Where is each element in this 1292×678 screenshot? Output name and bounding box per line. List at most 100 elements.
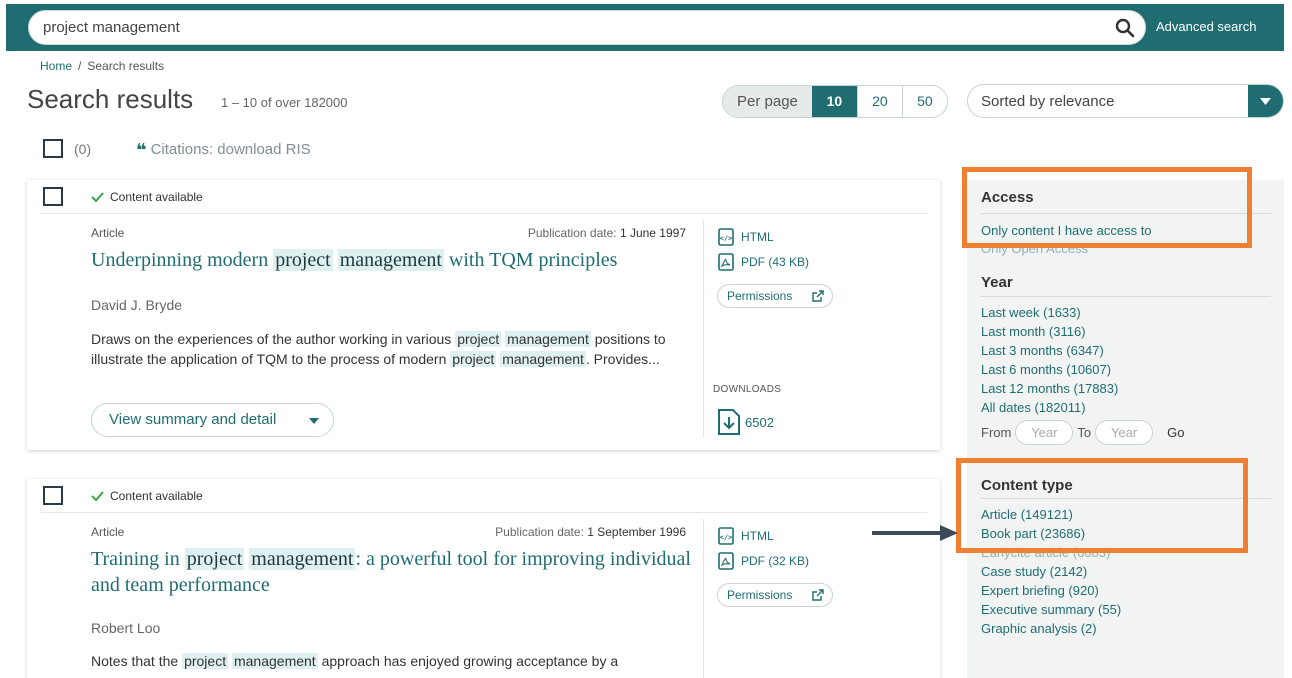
abstract-text: Draws on the experiences of the author w… [91,331,456,347]
permissions-button[interactable]: Permissions [717,583,833,607]
citations-label: Citations: download RIS [150,141,311,158]
search-box[interactable] [28,10,1146,45]
sort-value: Sorted by relevance [981,93,1115,110]
search-input[interactable] [43,11,1103,44]
result-card: Content available Article Publication da… [27,479,940,678]
result-title[interactable]: Training in project management: a powerf… [91,546,691,598]
quote-icon: ❝ [136,139,147,160]
pdf-link[interactable]: PDF (43 KB) [717,253,809,271]
top-bar: Advanced search [6,4,1284,51]
view-summary-button[interactable]: View summary and detail [91,403,334,437]
advanced-search-link[interactable]: Advanced search [1156,19,1256,34]
year-to-label: To [1077,425,1092,440]
svg-text:</>: </> [720,534,733,542]
citations-download-link[interactable]: ❝ Citations: download RIS [136,139,311,160]
per-page-control: Per page 10 20 50 [722,85,948,118]
downloads-label: DOWNLOADS [713,384,782,395]
html-file-icon: </> [718,527,734,545]
result-author[interactable]: David J. Bryde [91,297,182,313]
result-count: 1 – 10 of over 182000 [221,95,348,110]
result-author[interactable]: Robert Loo [91,620,160,636]
search-icon[interactable] [1115,18,1135,38]
facet-year-item[interactable]: Last week (1633) [981,305,1081,320]
breadcrumb-home[interactable]: Home [40,59,72,73]
availability-label: Content available [110,489,203,503]
content-available: Content available [91,190,203,204]
result-title[interactable]: Underpinning modern project management w… [91,247,691,273]
facets-sidebar: Access Only content I have access to Onl… [967,180,1284,678]
publication-date: Publication date: 1 June 1997 [528,226,686,240]
title-highlight: management [249,548,356,570]
pdf-label: PDF (32 KB) [741,554,810,568]
breadcrumb-current: Search results [87,59,165,73]
selected-count: (0) [74,141,92,157]
facet-year-item[interactable]: Last month (3116) [981,324,1086,339]
abstract-highlight: project [182,653,229,669]
divider [703,220,704,438]
pdf-file-icon [718,552,734,570]
html-link[interactable]: </> HTML [717,527,774,545]
year-range: From Year To Year Go [981,420,1184,445]
annotation-arrow-icon [872,525,958,541]
view-summary-label: View summary and detail [109,411,277,428]
divider [703,519,704,678]
permissions-label: Permissions [727,289,793,303]
publication-date: Publication date: 1 September 1996 [495,525,686,539]
facet-year-item[interactable]: Last 3 months (6347) [981,343,1104,358]
check-icon [91,491,104,501]
year-from-input[interactable]: Year [1015,420,1074,445]
abstract-text: approach has enjoyed growing acceptance … [317,653,619,669]
page-title: Search results [27,84,194,114]
facet-content-type-item[interactable]: Expert briefing (920) [981,583,1099,598]
title-text: Underpinning modern [91,249,274,271]
result-card: Content available Article Publication da… [27,180,940,450]
check-icon [91,192,104,202]
download-file-icon [718,409,740,435]
permissions-button[interactable]: Permissions [717,284,833,308]
result-checkbox[interactable] [43,187,63,206]
abstract-text: Notes that the [91,653,183,669]
html-file-icon: </> [718,228,734,246]
per-page-option-50[interactable]: 50 [901,86,947,117]
per-page-option-10[interactable]: 10 [811,86,857,117]
result-type: Article [91,525,125,539]
permissions-label: Permissions [727,588,793,602]
title-text: Training in [91,548,185,570]
divider [41,512,927,513]
result-type: Article [91,226,125,240]
facet-year-item[interactable]: All dates (182011) [981,400,1086,415]
facet-year-item[interactable]: Last 6 months (10607) [981,362,1111,377]
html-link[interactable]: </> HTML [717,228,774,246]
breadcrumb: Home / Search results [40,59,164,73]
facet-content-type-item[interactable]: Graphic analysis (2) [981,621,1097,636]
result-checkbox[interactable] [43,486,63,505]
result-abstract: Draws on the experiences of the author w… [91,329,691,369]
pub-date-value: 1 June 1997 [619,226,686,240]
html-label: HTML [741,529,774,543]
abstract-highlight: management [505,331,591,347]
year-to-input[interactable]: Year [1095,420,1154,445]
per-page-option-20[interactable]: 20 [856,86,902,117]
sort-select[interactable]: Sorted by relevance [967,84,1284,118]
abstract-highlight: management [231,653,318,669]
divider [41,213,927,214]
title-highlight: project [273,249,333,271]
pub-date-label: Publication date: [527,226,617,240]
title-text [333,249,338,271]
downloads-count: 6502 [717,408,774,436]
year-go-button[interactable]: Go [1167,425,1184,440]
pub-date-value: 1 September 1996 [587,525,686,539]
html-label: HTML [741,230,774,244]
abstract-text: . Provides... [585,351,660,367]
select-all-checkbox[interactable] [43,139,63,158]
facet-year-item[interactable]: Last 12 months (17883) [981,381,1118,396]
facet-content-type-item[interactable]: Executive summary (55) [981,602,1121,617]
svg-text:</>: </> [720,235,733,243]
per-page-label: Per page [723,86,812,117]
title-text: with TQM principles [443,249,618,271]
facet-year-title: Year [981,274,1013,291]
sort-dropdown-button[interactable] [1248,85,1283,117]
facet-content-type-item[interactable]: Case study (2142) [981,564,1087,579]
chevron-down-icon [309,418,319,424]
pdf-link[interactable]: PDF (32 KB) [717,552,809,570]
